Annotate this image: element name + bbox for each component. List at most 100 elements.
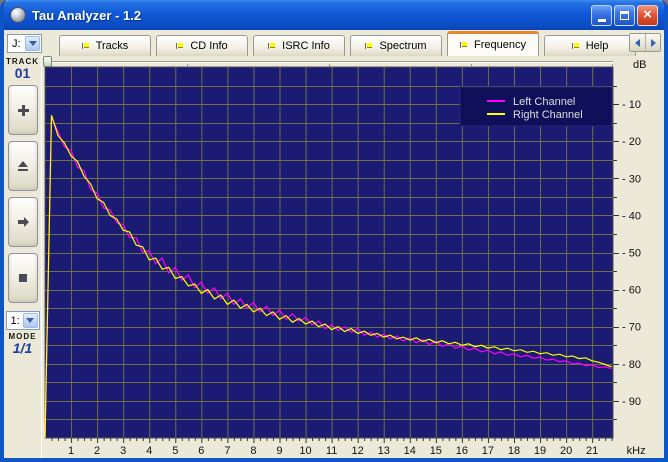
svg-text:11: 11 [326, 445, 337, 457]
minimize-button[interactable] [591, 4, 612, 26]
svg-text:1: 1 [68, 445, 74, 457]
frequency-chart: 1 2 3 4 5 6 7 8 9 10 11 12 13 14 15 16 17 18 19 20 21 kHz - 10… [42, 56, 664, 458]
svg-text:9: 9 [276, 445, 282, 457]
svg-text:8: 8 [250, 445, 256, 457]
svg-text:14: 14 [404, 445, 416, 457]
tab-label: CD Info [190, 40, 228, 52]
mode-dropdown-button[interactable] [22, 313, 38, 329]
flag-icon [460, 41, 468, 49]
flag-icon [81, 42, 90, 50]
chevron-left-icon [635, 38, 640, 47]
mode-value: 1/1 [12, 340, 33, 357]
next-button[interactable] [7, 197, 38, 248]
svg-text:- 80: - 80 [622, 359, 641, 371]
y-axis-unit: dB [633, 59, 646, 71]
tab-cd-info[interactable]: CD Info [156, 35, 248, 56]
tab-isrc-info[interactable]: ISRC Info [253, 35, 345, 56]
slider-tick [612, 64, 613, 67]
mode-selector[interactable]: 1: [5, 311, 40, 331]
position-slider[interactable] [45, 61, 613, 63]
app-sphere-icon [10, 7, 26, 23]
drive-selector[interactable]: J: [7, 34, 42, 53]
x-axis-unit: kHz [627, 445, 646, 457]
tab-tracks[interactable]: Tracks [59, 35, 151, 56]
frequency-panel: 1 2 3 4 5 6 7 8 9 10 11 12 13 14 15 16 17 18 19 20 21 kHz - 10… [42, 56, 664, 458]
tab-scroll-buttons [629, 33, 661, 52]
flag-icon [365, 42, 373, 50]
slider-tick [471, 64, 472, 67]
sidebar: TRACK 01 1: MODE 1/1 [4, 56, 42, 458]
chevron-down-icon [28, 41, 37, 46]
tab-frequency[interactable]: Frequency [447, 31, 539, 56]
svg-text:10: 10 [299, 445, 311, 457]
legend-label: Left Channel [513, 96, 575, 108]
tab-label: Help [585, 40, 609, 52]
close-button[interactable]: × [637, 4, 658, 26]
app-window: Tau Analyzer - 1.2 × J: Tracks CD Info I… [0, 0, 668, 462]
legend-label: Right Channel [513, 109, 583, 121]
slider-tick [187, 64, 188, 67]
track-number: 01 [14, 65, 31, 81]
x-axis: 1 2 3 4 5 6 7 8 9 10 11 12 13 14 15 16 17 18 19 20 21 kHz [51, 438, 646, 457]
tab-label: Tracks [95, 40, 129, 52]
mode-selector-value: 1: [10, 314, 20, 327]
svg-text:13: 13 [378, 445, 390, 457]
svg-text:- 20: - 20 [622, 136, 641, 148]
maximize-icon [620, 10, 629, 20]
svg-text:- 10: - 10 [622, 99, 641, 111]
legend: Left ChannelRight Channel [459, 86, 613, 127]
tab-label: ISRC Info [282, 40, 330, 52]
flag-icon [268, 42, 276, 50]
svg-text:21: 21 [586, 445, 598, 457]
flag-icon [571, 42, 580, 50]
minimize-icon [597, 18, 606, 22]
svg-text:- 50: - 50 [622, 248, 641, 260]
svg-text:- 30: - 30 [622, 173, 641, 185]
chevron-down-icon [26, 318, 34, 324]
chevron-right-icon [650, 38, 656, 47]
tab-spectrum[interactable]: Spectrum [350, 35, 442, 56]
stop-button[interactable] [7, 253, 38, 304]
tab-scroll-right-button[interactable] [645, 34, 660, 51]
eject-icon [17, 161, 28, 172]
maximize-button[interactable] [614, 4, 635, 26]
position-slider-thumb[interactable] [43, 56, 52, 67]
plus-icon [17, 105, 29, 117]
svg-text:19: 19 [534, 445, 546, 457]
close-icon: × [643, 6, 652, 23]
tab-label: Frequency [474, 39, 526, 51]
stop-icon [18, 274, 27, 283]
tabs: Tracks CD Info ISRC Info Spectrum Freque… [59, 31, 636, 56]
svg-text:4: 4 [146, 445, 152, 457]
tab-scroll-left-button[interactable] [630, 34, 645, 51]
eject-button[interactable] [7, 141, 38, 192]
svg-text:20: 20 [560, 445, 572, 457]
frequency-chart-svg: 1 2 3 4 5 6 7 8 9 10 11 12 13 14 15 16 17 18 19 20 21 kHz- 10… [44, 59, 646, 457]
tab-help[interactable]: Help [544, 35, 636, 56]
add-button[interactable] [7, 85, 38, 136]
svg-text:7: 7 [224, 445, 230, 457]
y-axis: - 10 - 20 - 30 - 40 - 50 - 60 - 70 - 80 - 90 dB [613, 59, 646, 420]
svg-text:16: 16 [456, 445, 468, 457]
svg-text:17: 17 [482, 445, 494, 457]
slider-tick [329, 64, 330, 67]
svg-text:2: 2 [94, 445, 100, 457]
drive-selector-value: J: [12, 37, 21, 50]
mode-indicator: MODE 1/1 [4, 332, 41, 356]
svg-text:- 60: - 60 [622, 285, 641, 297]
svg-text:- 40: - 40 [622, 210, 641, 222]
tab-label: Spectrum [379, 40, 427, 52]
window-title: Tau Analyzer - 1.2 [32, 7, 142, 23]
svg-text:15: 15 [430, 445, 442, 457]
drive-dropdown-button[interactable] [25, 36, 40, 51]
tab-strip: J: Tracks CD Info ISRC Info Spectrum Fre… [4, 30, 664, 56]
titlebar[interactable]: Tau Analyzer - 1.2 × [4, 0, 664, 30]
track-indicator: TRACK 01 [4, 57, 41, 81]
svg-text:5: 5 [172, 445, 178, 457]
svg-text:12: 12 [352, 445, 364, 457]
svg-text:18: 18 [508, 445, 520, 457]
svg-text:- 90: - 90 [622, 396, 641, 408]
svg-text:3: 3 [120, 445, 126, 457]
svg-text:- 70: - 70 [622, 322, 641, 334]
arrow-right-icon [17, 217, 29, 228]
